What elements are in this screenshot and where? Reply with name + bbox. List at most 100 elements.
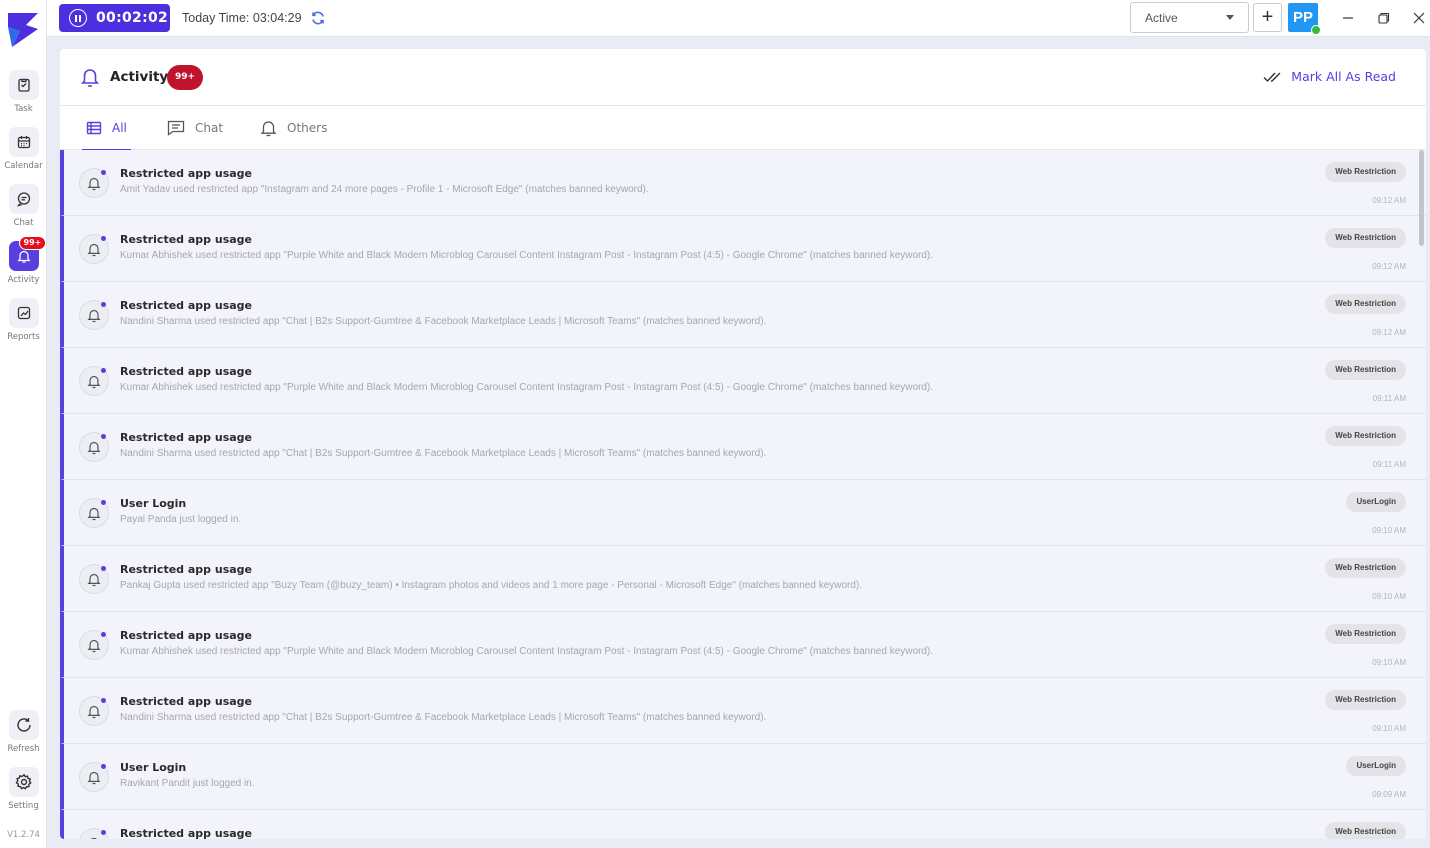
minimize-icon: [1343, 17, 1353, 19]
add-button[interactable]: +: [1253, 3, 1282, 32]
avatar[interactable]: PP: [1288, 3, 1321, 35]
notification-title: Restricted app usage: [120, 233, 253, 246]
unread-dot: [101, 698, 106, 703]
page-title: Activity: [110, 69, 169, 85]
notification-row[interactable]: Restricted app usage Nandini Sharma used…: [60, 282, 1426, 348]
sidebar: Task Calendar Chat 99+ Activity Reports …: [0, 0, 47, 848]
sidebar-item-setting[interactable]: Setting: [0, 767, 47, 819]
sidebar-item-label: Reports: [7, 332, 40, 342]
notification-tag: UserLogin: [1346, 492, 1406, 512]
bell-icon: [79, 828, 109, 839]
bell-icon: 99+: [8, 236, 47, 271]
unread-dot: [101, 170, 106, 175]
notification-description: Kumar Abhishek used restricted app "Purp…: [120, 382, 934, 393]
list-icon: [86, 121, 102, 135]
sidebar-item-activity[interactable]: 99+ Activity: [0, 236, 47, 293]
bell-icon: [79, 432, 109, 462]
sidebar-item-label: Chat: [13, 218, 34, 228]
notification-title: User Login: [120, 497, 187, 510]
app-logo: [8, 13, 38, 47]
sync-icon[interactable]: [310, 10, 326, 26]
mark-all-read-button[interactable]: Mark All As Read: [1263, 69, 1396, 84]
tab-label: Chat: [195, 121, 224, 135]
notification-tag: Web Restriction: [1325, 426, 1406, 446]
sidebar-item-task[interactable]: Task: [0, 70, 47, 122]
notification-description: Nandini Sharma used restricted app "Chat…: [120, 316, 767, 327]
plus-icon: +: [1261, 6, 1274, 28]
today-time: Today Time: 03:04:29: [182, 11, 302, 25]
sidebar-item-label: Task: [14, 104, 33, 114]
sidebar-item-refresh[interactable]: Refresh: [0, 710, 47, 762]
avatar-initials: PP: [1292, 9, 1313, 26]
status-value: Active: [1145, 10, 1178, 25]
notification-tag: UserLogin: [1346, 756, 1406, 776]
notification-tag: Web Restriction: [1325, 690, 1406, 710]
notification-tag: Web Restriction: [1325, 294, 1406, 314]
notification-row[interactable]: Restricted app usage Kumar Abhishek used…: [60, 612, 1426, 678]
restore-button[interactable]: [1372, 6, 1396, 30]
close-icon: [1413, 12, 1425, 24]
unread-dot: [101, 368, 106, 373]
bell-icon: [79, 762, 109, 792]
sidebar-item-label: Activity: [7, 275, 40, 285]
double-check-icon: [1263, 72, 1281, 82]
notification-row[interactable]: User Login Ravikant Pandit just logged i…: [60, 744, 1426, 810]
notification-title: Restricted app usage: [120, 431, 253, 444]
notification-row[interactable]: Restricted app usage Pankaj Gupta used r…: [60, 546, 1426, 612]
sidebar-item-label: Setting: [8, 801, 39, 811]
chat-icon: [8, 184, 39, 214]
tab-label: All: [112, 121, 127, 135]
tab-others[interactable]: Others: [256, 106, 331, 150]
notification-row[interactable]: Restricted app usage Nandini Sharma used…: [60, 678, 1426, 744]
notification-row[interactable]: Restricted app usage Amit Yadav used res…: [60, 150, 1426, 216]
notification-row[interactable]: Restricted app usage Kumar Abhishek used…: [60, 216, 1426, 282]
activity-badge: 99+: [18, 236, 47, 250]
notification-title: Restricted app usage: [120, 365, 253, 378]
tab-all[interactable]: All: [82, 106, 131, 151]
bell-icon: [79, 234, 109, 264]
bell-icon: [79, 300, 109, 330]
notification-row[interactable]: Restricted app usage Nandini Sharma used…: [60, 414, 1426, 480]
notification-time: 09:11 AM: [1372, 394, 1406, 403]
activity-header: Activity 99+ Mark All As Read: [60, 49, 1426, 106]
notification-row[interactable]: Restricted app usage Web Restriction: [60, 810, 1426, 839]
unread-dot: [101, 302, 106, 307]
timer-pause-button[interactable]: 00:02:02: [59, 4, 170, 32]
timer-value: 00:02:02: [96, 10, 169, 26]
notification-description: Pankaj Gupta used restricted app "Buzy T…: [120, 580, 863, 591]
unread-dot: [101, 236, 106, 241]
notification-title: User Login: [120, 761, 187, 774]
bell-icon: [79, 498, 109, 528]
sidebar-item-reports[interactable]: Reports: [0, 298, 47, 350]
chat-icon: [167, 120, 185, 136]
activity-panel: Activity 99+ Mark All As Read All Chat O…: [60, 49, 1426, 839]
notification-description: Nandini Sharma used restricted app "Chat…: [120, 448, 767, 459]
unread-dot: [101, 500, 106, 505]
notification-description: Kumar Abhishek used restricted app "Purp…: [120, 250, 934, 261]
bell-icon: [79, 366, 109, 396]
restore-icon: [1378, 12, 1390, 24]
unread-dot: [101, 632, 106, 637]
bell-icon: [79, 630, 109, 660]
sidebar-item-calendar[interactable]: Calendar: [0, 127, 47, 179]
chevron-down-icon: [1226, 15, 1234, 20]
minimize-button[interactable]: [1336, 6, 1360, 30]
notification-description: Amit Yadav used restricted app "Instagra…: [120, 184, 649, 195]
tab-chat[interactable]: Chat: [163, 106, 227, 150]
activity-count-badge: 99+: [167, 65, 204, 90]
notification-time: 09:11 AM: [1372, 460, 1406, 469]
notification-list: Restricted app usage Amit Yadav used res…: [60, 150, 1426, 839]
online-status-dot: [1311, 25, 1321, 35]
list-scrollbar[interactable]: [1419, 150, 1424, 246]
status-select[interactable]: Active: [1130, 2, 1249, 33]
notification-row[interactable]: User Login Payal Panda just logged in. U…: [60, 480, 1426, 546]
bell-icon: [79, 168, 109, 198]
notification-tag: Web Restriction: [1325, 822, 1406, 839]
sidebar-item-chat[interactable]: Chat: [0, 184, 47, 236]
notification-title: Restricted app usage: [120, 299, 253, 312]
unread-dot: [101, 830, 106, 835]
notification-tag: Web Restriction: [1325, 624, 1406, 644]
close-button[interactable]: [1407, 6, 1430, 30]
notification-row[interactable]: Restricted app usage Kumar Abhishek used…: [60, 348, 1426, 414]
refresh-icon: [8, 710, 39, 740]
